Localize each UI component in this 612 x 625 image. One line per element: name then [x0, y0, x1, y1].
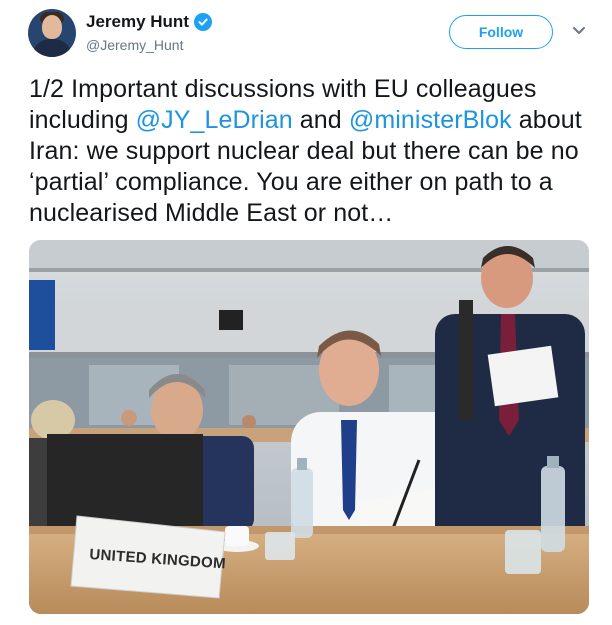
mention-link-minister-blok[interactable]: @ministerBlok	[349, 106, 512, 134]
follow-button[interactable]: Follow	[449, 15, 553, 49]
author-handle[interactable]: @Jeremy_Hunt	[86, 37, 183, 53]
chevron-down-icon[interactable]	[572, 26, 586, 36]
author-name-row[interactable]: Jeremy Hunt	[86, 12, 212, 32]
avatar[interactable]	[28, 9, 76, 57]
tweet-text-segment: and	[292, 106, 349, 134]
tweet-header: Jeremy Hunt @Jeremy_Hunt Follow	[0, 0, 612, 66]
mention-link-jy-ledrian[interactable]: @JY_LeDrian	[136, 106, 293, 134]
tweet-text: 1/2 Important discussions with EU collea…	[29, 74, 599, 229]
verified-badge-icon	[193, 13, 212, 31]
display-name[interactable]: Jeremy Hunt	[86, 12, 189, 32]
